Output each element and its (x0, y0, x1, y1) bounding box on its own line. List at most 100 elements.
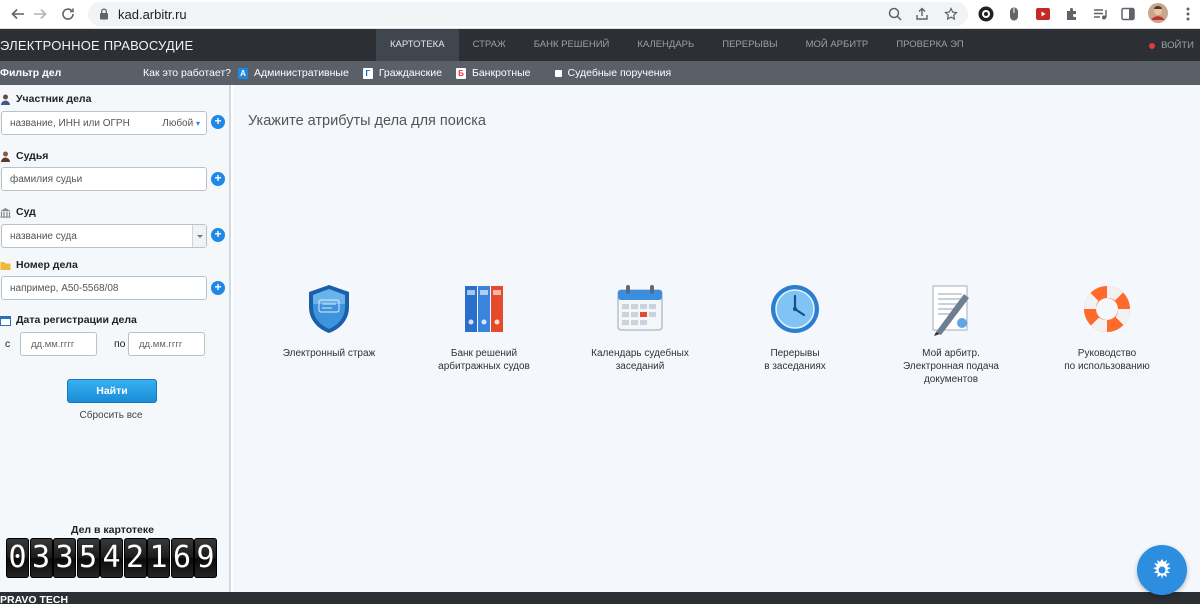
tile-label: Электронный страж (282, 348, 376, 359)
case-number-label-text: Номер дела (16, 259, 78, 271)
forward-arrow-icon[interactable] (30, 4, 50, 24)
date-from-placeholder: дд.мм.гггг (31, 339, 75, 350)
counter-digit: 4 (100, 538, 123, 578)
tile-decisions-bank[interactable]: Банк решений арбитражных судов (409, 282, 559, 373)
case-type-label: Административные (254, 67, 349, 79)
reg-date-label-text: Дата регистрации дела (16, 314, 137, 326)
case-number-input[interactable]: например, А50-5568/08 (1, 276, 207, 300)
judge-input[interactable]: фамилия судьи (1, 167, 207, 191)
search-prompt: Укажите атрибуты дела для поиска (248, 113, 486, 129)
reset-all-link[interactable]: Сбросить все (0, 410, 222, 421)
case-type-civil[interactable]: Г Гражданские (362, 67, 442, 79)
browser-menu-icon[interactable] (1180, 6, 1196, 22)
participant-scope-select[interactable]: Любой ▾ (162, 118, 200, 129)
cases-counter: 0 3 3 5 4 2 1 6 9 (6, 538, 218, 578)
counter-digit: 6 (170, 538, 194, 578)
bankruptcy-icon: Б (455, 67, 466, 79)
case-number-label: Номер дела (0, 259, 78, 271)
tile-label: Перерывы в заседаниях (764, 348, 826, 372)
extension-profile-icon[interactable] (978, 6, 994, 22)
filter-panel: Участник дела название, ИНН или ОГРН Люб… (0, 85, 231, 592)
nav-bank-resheniy[interactable]: БАНК РЕШЕНИЙ (520, 29, 624, 61)
participant-label: Участник дела (0, 93, 91, 105)
binders-icon (465, 286, 503, 332)
nav-kartoteka[interactable]: КАРТОТЕКА (376, 29, 459, 61)
judge-placeholder: фамилия судьи (10, 174, 83, 185)
address-bar[interactable]: kad.arbitr.ru (88, 2, 968, 26)
document-pen-icon (932, 285, 969, 336)
browser-toolbar: kad.arbitr.ru (0, 0, 1200, 29)
tile-breaks[interactable]: Перерывы в заседаниях (720, 282, 870, 373)
shield-icon (309, 285, 349, 333)
participant-input[interactable]: название, ИНН или ОГРН Любой ▾ (1, 111, 207, 135)
tile-court-calendar[interactable]: Календарь судебных заседаний (565, 282, 715, 373)
zoom-icon[interactable] (888, 7, 902, 21)
eagle-emblem-icon (1153, 559, 1171, 579)
add-judge-button[interactable]: + (211, 172, 225, 186)
mouse-extension-icon[interactable] (1006, 6, 1022, 22)
nav-strazh[interactable]: СТРАЖ (459, 29, 520, 61)
clock-icon (771, 285, 819, 333)
date-from-label: с (5, 338, 11, 350)
judge-label-text: Судья (16, 150, 49, 162)
case-type-administrative[interactable]: А Административные (238, 67, 349, 79)
date-from-input[interactable]: дд.мм.гггг (20, 332, 97, 356)
court-label-text: Суд (16, 206, 36, 218)
back-arrow-icon[interactable] (8, 4, 28, 24)
share-icon[interactable] (915, 7, 929, 21)
tile-label: Банк решений арбитражных судов (438, 348, 530, 372)
counter-digit: 0 (6, 538, 29, 578)
administrative-icon: А (238, 67, 248, 79)
chevron-down-icon (197, 235, 203, 238)
lifebuoy-icon (1084, 286, 1130, 332)
login-link[interactable]: ВОЙТИ (1149, 40, 1194, 51)
counter-digit: 1 (147, 538, 170, 578)
filter-bar: Фильтр дел Как это работает? А Администр… (0, 61, 1200, 85)
calendar-small-icon (0, 315, 11, 326)
case-number-placeholder: например, А50-5568/08 (10, 283, 119, 294)
site-title[interactable]: ЭЛЕКТРОННОЕ ПРАВОСУДИЕ (0, 38, 193, 53)
nav-proverka-ep[interactable]: ПРОВЕРКА ЭП (882, 29, 978, 61)
video-extension-icon[interactable] (1035, 6, 1051, 22)
tile-my-arbitr[interactable]: Мой арбитр. Электронная подача документов (876, 282, 1026, 386)
user-avatar[interactable] (1148, 3, 1168, 23)
case-type-filters: А Административные Г Гражданские Б Банкр… (238, 61, 685, 85)
tile-electronic-guard[interactable]: Электронный страж (254, 282, 404, 360)
court-placeholder: название суда (10, 231, 77, 242)
main-content: Укажите атрибуты дела для поиска Электро… (233, 85, 1200, 592)
folder-icon (0, 261, 11, 270)
case-type-bankruptcy[interactable]: Б Банкротные (455, 67, 531, 79)
puzzle-extensions-icon[interactable] (1064, 6, 1080, 22)
nav-pereryvy[interactable]: ПЕРЕРЫВЫ (708, 29, 791, 61)
lock-icon (100, 8, 108, 20)
bookmark-star-icon[interactable] (944, 7, 958, 21)
date-to-label: по (114, 338, 126, 350)
add-case-number-button[interactable]: + (211, 281, 225, 295)
media-control-icon[interactable] (1092, 6, 1108, 22)
court-dropdown-button[interactable] (192, 225, 206, 247)
chevron-down-icon: ▾ (195, 119, 200, 128)
counter-digit: 5 (76, 538, 100, 578)
footer-brand[interactable]: PRAVO TECH (0, 594, 68, 606)
court-label: Суд (0, 206, 36, 218)
tile-user-guide[interactable]: Руководство по использованию (1032, 282, 1182, 373)
how-it-works-link[interactable]: Как это работает? (143, 67, 231, 79)
footer-bar: PRAVO TECH (0, 592, 1200, 606)
court-input[interactable]: название суда (1, 224, 207, 248)
add-participant-button[interactable]: + (211, 115, 225, 129)
case-type-court-orders[interactable]: Судебные поручения (554, 67, 671, 79)
emblem-help-button[interactable] (1137, 545, 1187, 595)
find-button[interactable]: Найти (67, 379, 157, 403)
url-text: kad.arbitr.ru (118, 7, 187, 22)
civil-icon: Г (362, 67, 373, 79)
nav-moy-arbitr[interactable]: МОЙ АРБИТР (792, 29, 883, 61)
reload-icon[interactable] (58, 4, 78, 24)
side-panel-icon[interactable] (1120, 6, 1136, 22)
site-header: ЭЛЕКТРОННОЕ ПРАВОСУДИЕ КАРТОТЕКА СТРАЖ Б… (0, 29, 1200, 61)
counter-digit: 9 (194, 538, 217, 578)
date-to-input[interactable]: дд.мм.гггг (128, 332, 205, 356)
add-court-button[interactable]: + (211, 228, 225, 242)
case-type-label: Банкротные (471, 67, 531, 79)
participant-label-text: Участник дела (16, 93, 92, 105)
nav-kalendar[interactable]: КАЛЕНДАРЬ (623, 29, 708, 61)
